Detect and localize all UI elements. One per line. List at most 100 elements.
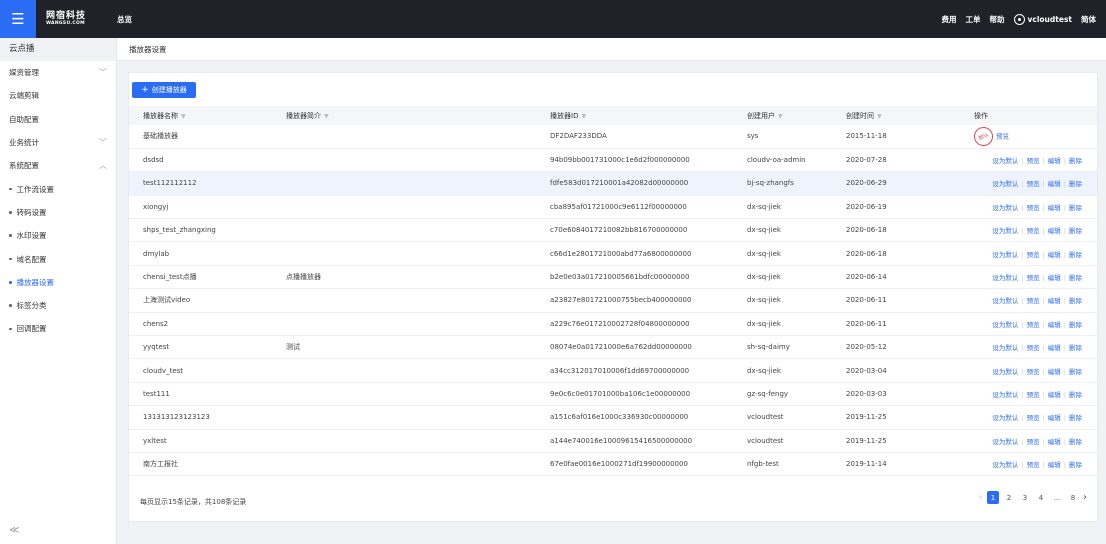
sidebar-subitem[interactable]: 域名配置 — [0, 247, 116, 270]
edit-link[interactable]: 编辑 — [1048, 227, 1061, 235]
preview-link[interactable]: 预览 — [1027, 344, 1040, 352]
table-row[interactable]: dsdsd 94b09bb001731000c1e6d2f000000000 clo… — [129, 148, 1097, 173]
language-switch[interactable]: 简体 — [1081, 14, 1096, 25]
preview-link[interactable]: 预览 — [1027, 157, 1040, 165]
edit-link[interactable]: 编辑 — [1048, 297, 1061, 305]
column-header-time[interactable]: 创建时间 ▼ — [846, 106, 974, 125]
delete-link[interactable]: 删除 — [1069, 391, 1082, 399]
table-row[interactable]: chens2 a229c76e017210002728f04800000000 dx… — [129, 312, 1097, 337]
sidebar-item-system-config[interactable]: 系统配置 ︿ — [0, 154, 116, 177]
logo[interactable]: 网宿科技 WANGSU.COM — [46, 11, 101, 27]
menu-icon[interactable]: ☰ — [0, 0, 36, 38]
sidebar-item-self-config[interactable]: 自助配置 — [0, 108, 116, 131]
sidebar-item-media[interactable]: 媒资管理 ﹀ — [0, 61, 116, 84]
table-row[interactable]: test111 9e0c6c0e01701000ba106c1e00000000 g… — [129, 382, 1097, 407]
preview-link[interactable]: 预览 — [1027, 274, 1040, 282]
edit-link[interactable]: 编辑 — [1048, 438, 1061, 446]
set-default-link[interactable]: 设为默认 — [992, 274, 1018, 282]
delete-link[interactable]: 删除 — [1069, 227, 1082, 235]
sidebar-subitem[interactable]: 工作流设置 — [0, 177, 116, 200]
table-row[interactable]: cloudv_test a34cc312017010006f1dd69700000… — [129, 358, 1097, 383]
edit-link[interactable]: 编辑 — [1048, 204, 1061, 212]
collapse-sidebar-icon[interactable]: ≪ — [9, 525, 19, 536]
preview-link[interactable]: 预览 — [1027, 251, 1040, 259]
set-default-link[interactable]: 设为默认 — [992, 297, 1018, 305]
page-button[interactable]: 3 — [1019, 491, 1031, 504]
edit-link[interactable]: 编辑 — [1048, 180, 1061, 188]
edit-link[interactable]: 编辑 — [1048, 461, 1061, 469]
sidebar-subitem[interactable]: 转码设置 — [0, 201, 116, 224]
delete-link[interactable]: 删除 — [1069, 321, 1082, 329]
edit-link[interactable]: 编辑 — [1048, 274, 1061, 282]
sort-icon[interactable]: ▼ — [181, 113, 186, 120]
preview-link[interactable]: 预览 — [1027, 368, 1040, 376]
page-button[interactable]: 1 — [987, 491, 999, 504]
preview-link[interactable]: 预览 — [1027, 438, 1040, 446]
delete-link[interactable]: 删除 — [1069, 344, 1082, 352]
table-row[interactable]: chensi_test点播 点播播放器 b2e0e03a017210005661bd… — [129, 265, 1097, 290]
table-row[interactable]: dmylab c66d1e2801721000abd77a6800000000 dx… — [129, 241, 1097, 266]
column-header-desc[interactable]: 播放器简介 ▼ — [286, 106, 550, 125]
next-page-icon[interactable]: › — [1083, 492, 1087, 503]
sort-icon[interactable]: ▼ — [877, 113, 882, 120]
preview-link[interactable]: 预览 — [1027, 204, 1040, 212]
table-row[interactable]: 南方工报社 67e0fae0016e1000271df19900000000 nfg… — [129, 452, 1097, 477]
set-default-link[interactable]: 设为默认 — [992, 204, 1018, 212]
sidebar-item-statistics[interactable]: 业务统计 ﹀ — [0, 131, 116, 154]
preview-link[interactable]: 预览 — [996, 132, 1009, 140]
column-header-name[interactable]: 播放器名称 ▼ — [129, 106, 286, 125]
edit-link[interactable]: 编辑 — [1048, 344, 1061, 352]
column-header-user[interactable]: 创建用户 ▼ — [747, 106, 846, 125]
preview-link[interactable]: 预览 — [1027, 227, 1040, 235]
preview-link[interactable]: 预览 — [1027, 297, 1040, 305]
edit-link[interactable]: 编辑 — [1048, 157, 1061, 165]
delete-link[interactable]: 删除 — [1069, 274, 1082, 282]
top-link-billing[interactable]: 费用 — [942, 14, 957, 25]
delete-link[interactable]: 删除 — [1069, 297, 1082, 305]
sidebar-item-cloud-edit[interactable]: 云端剪辑 — [0, 84, 116, 107]
preview-link[interactable]: 预览 — [1027, 180, 1040, 188]
sidebar-subitem[interactable]: 水印设置 — [0, 224, 116, 247]
top-link-help[interactable]: 帮助 — [990, 14, 1005, 25]
set-default-link[interactable]: 设为默认 — [992, 391, 1018, 399]
set-default-link[interactable]: 设为默认 — [992, 321, 1018, 329]
prev-page-icon[interactable]: ‹ — [979, 492, 983, 503]
delete-link[interactable]: 删除 — [1069, 414, 1082, 422]
delete-link[interactable]: 删除 — [1069, 180, 1082, 188]
edit-link[interactable]: 编辑 — [1048, 414, 1061, 422]
preview-link[interactable]: 预览 — [1027, 461, 1040, 469]
preview-link[interactable]: 预览 — [1027, 414, 1040, 422]
page-button[interactable]: 8 — [1067, 491, 1079, 504]
delete-link[interactable]: 删除 — [1069, 461, 1082, 469]
user-menu[interactable]: vcloudtest — [1013, 13, 1072, 25]
edit-link[interactable]: 编辑 — [1048, 251, 1061, 259]
column-header-id[interactable]: 播放器ID ▼ — [550, 106, 747, 125]
sidebar-subitem[interactable]: 标签分类 — [0, 294, 116, 317]
table-row[interactable]: yyqtest 测试 08074e0a01721000e6a762dd0000000… — [129, 335, 1097, 360]
set-default-link[interactable]: 设为默认 — [992, 414, 1018, 422]
set-default-link[interactable]: 设为默认 — [992, 227, 1018, 235]
table-row[interactable]: 基础播放器 DF2DAF233DDA sys 2015-11-18 默认 预览 — [129, 125, 1097, 149]
sidebar-subitem[interactable]: 回调配置 — [0, 317, 116, 340]
sort-icon[interactable]: ▼ — [581, 113, 586, 120]
table-row[interactable]: 131313123123123 a151c6af016e1000c336930c0… — [129, 405, 1097, 430]
set-default-link[interactable]: 设为默认 — [992, 344, 1018, 352]
table-row[interactable]: xiongyj cba895af01721000c9e6112f00000000 d… — [129, 195, 1097, 220]
delete-link[interactable]: 删除 — [1069, 368, 1082, 376]
table-row[interactable]: test112112112 fdfe583d017210001a42082d000… — [129, 171, 1097, 196]
top-link-tickets[interactable]: 工单 — [966, 14, 981, 25]
top-nav-overview[interactable]: 总览 — [117, 14, 132, 25]
delete-link[interactable]: 删除 — [1069, 438, 1082, 446]
set-default-link[interactable]: 设为默认 — [992, 180, 1018, 188]
sidebar-subitem[interactable]: 播放器设置 — [0, 271, 116, 294]
preview-link[interactable]: 预览 — [1027, 391, 1040, 399]
sort-icon[interactable]: ▼ — [324, 113, 329, 120]
delete-link[interactable]: 删除 — [1069, 251, 1082, 259]
delete-link[interactable]: 删除 — [1069, 204, 1082, 212]
set-default-link[interactable]: 设为默认 — [992, 461, 1018, 469]
sort-icon[interactable]: ▼ — [778, 113, 783, 120]
create-player-button[interactable]: + 创建播放器 — [132, 82, 196, 98]
set-default-link[interactable]: 设为默认 — [992, 157, 1018, 165]
edit-link[interactable]: 编辑 — [1048, 391, 1061, 399]
preview-link[interactable]: 预览 — [1027, 321, 1040, 329]
